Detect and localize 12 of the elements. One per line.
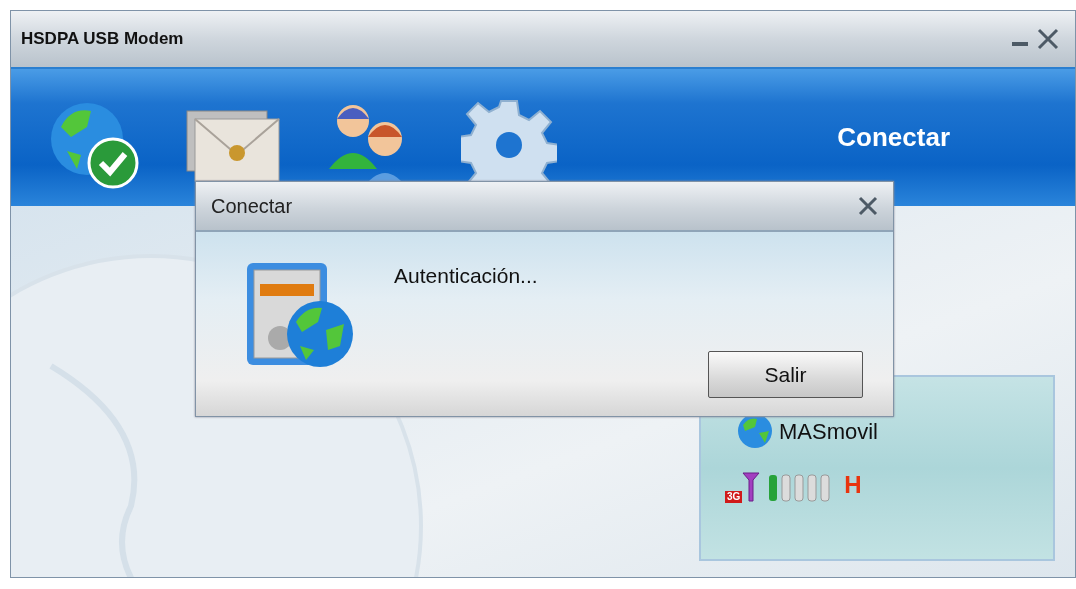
- dialog-title: Conectar: [211, 194, 293, 219]
- network-type: H: [844, 470, 862, 500]
- close-icon[interactable]: [857, 195, 879, 217]
- modem-globe-icon: [244, 260, 356, 370]
- antenna-icon: [742, 471, 761, 503]
- close-icon[interactable]: [1037, 28, 1059, 50]
- network-badge: 3G: [725, 491, 743, 503]
- operator-name: MASmovil: [779, 417, 878, 446]
- exit-button[interactable]: Salir: [708, 351, 863, 398]
- status-message: Autenticación...: [394, 263, 539, 289]
- connection-status: Conectar: [837, 121, 950, 154]
- window-title: HSDPA USB Modem: [21, 28, 184, 51]
